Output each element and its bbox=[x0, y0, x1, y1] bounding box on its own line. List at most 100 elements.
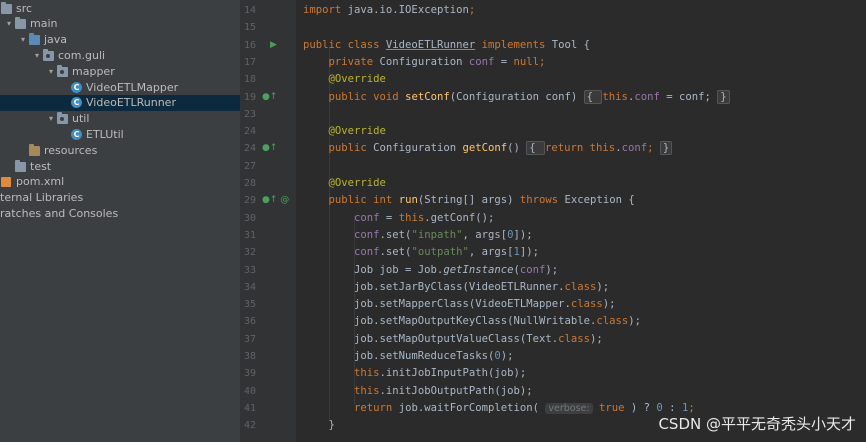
code-token: conf bbox=[354, 228, 380, 241]
line-number: 30 bbox=[243, 212, 256, 224]
expand-arrow-icon[interactable]: ▾ bbox=[46, 111, 56, 127]
code-token: null; bbox=[513, 55, 546, 68]
code-line[interactable]: private Configuration conf = null; bbox=[303, 54, 546, 71]
line-number: 14 bbox=[243, 5, 256, 16]
folded-code-marker[interactable]: { bbox=[583, 89, 603, 104]
tree-item-label: test bbox=[30, 159, 52, 173]
expand-arrow-icon[interactable]: ▾ bbox=[46, 64, 56, 80]
code-line[interactable]: conf = this.getConf(); bbox=[303, 210, 494, 227]
expand-arrow-icon[interactable]: ▾ bbox=[32, 48, 42, 64]
line-number: 28 bbox=[243, 178, 256, 189]
project-tree-panel: ▾src▾main▾java▾com.guli▾mapperCVideoETLM… bbox=[0, 0, 240, 442]
code-line[interactable]: job.setMapOutputKeyClass(NullWritable.cl… bbox=[303, 313, 641, 330]
folded-code-marker[interactable]: } bbox=[717, 89, 730, 104]
tree-item-src[interactable]: ▾src bbox=[0, 1, 240, 17]
code-line[interactable]: @Override bbox=[303, 175, 386, 192]
class-icon: C bbox=[71, 97, 82, 109]
code-line[interactable]: public class VideoETLRunner implements T… bbox=[303, 37, 590, 54]
line-number: 24 bbox=[243, 143, 256, 155]
folder-icon bbox=[15, 17, 26, 30]
code-token: public void bbox=[328, 90, 406, 103]
line-number: 41 bbox=[243, 402, 256, 414]
tree-item-label: src bbox=[16, 1, 33, 15]
folded-code-marker[interactable]: } bbox=[659, 141, 673, 156]
line-number: 37 bbox=[243, 333, 256, 345]
code-token: Job job = Job. bbox=[303, 263, 444, 276]
tree-item-label: util bbox=[72, 112, 90, 126]
code-token: setConf bbox=[405, 90, 450, 103]
tree-item-main[interactable]: ▾ main bbox=[0, 16, 240, 32]
line-number: 23 bbox=[243, 108, 256, 120]
parameter-hint: verbose: bbox=[545, 402, 593, 414]
code-line[interactable]: this.initJobInputPath(job); bbox=[303, 365, 526, 382]
override-method-icon[interactable]: ●↑ @ bbox=[262, 192, 289, 209]
code-line[interactable]: Job job = Job.getInstance(conf); bbox=[303, 262, 558, 279]
expand-arrow-icon[interactable]: ▾ bbox=[18, 32, 28, 48]
code-line[interactable]: job.setMapOutputValueClass(Text.class); bbox=[303, 331, 603, 348]
code-line[interactable]: public void setConf(Configuration conf) … bbox=[303, 89, 730, 106]
code-line[interactable]: @Override bbox=[303, 123, 386, 140]
source-folder-icon bbox=[29, 33, 40, 46]
code-token: @Override bbox=[328, 73, 386, 86]
code-token: (Configuration conf) bbox=[449, 90, 584, 103]
tree-item-pom-xml[interactable]: pom.xml bbox=[0, 174, 240, 190]
code-token: return this bbox=[545, 142, 616, 155]
tree-item-label: VideoETLRunner bbox=[86, 96, 176, 110]
folded-code-marker[interactable]: { bbox=[526, 141, 546, 156]
package-icon bbox=[57, 64, 68, 77]
tree-item-com-guli[interactable]: ▾ com.guli bbox=[0, 48, 240, 64]
code-line[interactable]: } bbox=[303, 417, 335, 434]
code-line[interactable]: public int run(String[] args) throws Exc… bbox=[303, 192, 635, 209]
tree-item-java[interactable]: ▾ java bbox=[0, 32, 240, 48]
override-method-icon[interactable]: ●↑ bbox=[262, 140, 277, 157]
code-token: Configuration bbox=[379, 55, 469, 68]
code-line[interactable]: @Override bbox=[303, 71, 386, 88]
code-line[interactable]: job.setJarByClass(VideoETLRunner.class); bbox=[303, 279, 609, 296]
line-number: 40 bbox=[243, 385, 256, 397]
code-line[interactable]: job.setNumReduceTasks(0); bbox=[303, 348, 513, 365]
code-token: ); bbox=[628, 315, 642, 328]
tree-item-label: VideoETLMapper bbox=[86, 80, 179, 94]
tree-item-mapper[interactable]: ▾ mapper bbox=[0, 64, 240, 80]
code-line[interactable]: return job.waitForCompletion( verbose: t… bbox=[303, 400, 695, 417]
code-token: getConf bbox=[462, 142, 508, 155]
code-line[interactable]: job.setMapperClass(VideoETLMapper.class)… bbox=[303, 296, 616, 313]
code-token: import bbox=[303, 4, 348, 16]
line-number: 19 bbox=[243, 91, 256, 103]
code-token: ); bbox=[596, 280, 610, 293]
tree-item-videoetlmapper[interactable]: C VideoETLMapper bbox=[0, 80, 240, 96]
tree-item-label: java bbox=[44, 33, 68, 47]
code-token: = bbox=[379, 211, 399, 224]
code-token: "outpath" bbox=[411, 246, 469, 259]
code-token: , args[ bbox=[468, 246, 514, 259]
tree-item-test[interactable]: test bbox=[0, 159, 240, 175]
tree-item-ratches-and-consoles[interactable]: ratches and Consoles bbox=[0, 206, 240, 222]
code-token: job.setMapOutputKeyClass(NullWritable. bbox=[303, 315, 597, 328]
line-number: 32 bbox=[243, 247, 256, 259]
code-token: .getConf(); bbox=[424, 211, 495, 224]
code-line[interactable]: conf.set("outpath", args[1]); bbox=[303, 244, 539, 261]
tree-item-label: com.guli bbox=[58, 48, 106, 62]
expand-arrow-icon[interactable]: ▾ bbox=[4, 16, 14, 32]
code-line[interactable]: import java.io.IOException; bbox=[303, 2, 475, 19]
run-icon[interactable]: ▶ bbox=[270, 37, 277, 54]
code-token: run bbox=[398, 194, 418, 207]
code-line[interactable]: public Configuration getConf() { return … bbox=[303, 140, 673, 157]
tree-item-etlutil[interactable]: C ETLUtil bbox=[0, 127, 240, 143]
code-token: Exception { bbox=[564, 194, 635, 207]
tree-item-util[interactable]: ▾ util bbox=[0, 111, 240, 127]
code-token: ); bbox=[602, 298, 616, 311]
override-method-icon[interactable]: ●↑ bbox=[262, 89, 277, 106]
code-line[interactable]: conf.set("inpath", args[0]); bbox=[303, 227, 533, 244]
tree-item-ternal-libraries[interactable]: ternal Libraries bbox=[0, 190, 240, 206]
tree-item-resources[interactable]: resources bbox=[0, 143, 240, 159]
code-token: conf bbox=[634, 90, 660, 103]
line-number: 27 bbox=[243, 160, 256, 172]
tree-item-videoetlrunner[interactable]: C VideoETLRunner bbox=[0, 95, 240, 112]
code-editor[interactable]: import java.io.IOException; public class … bbox=[296, 0, 866, 442]
code-line[interactable]: this.initJobOutputPath(job); bbox=[303, 383, 533, 400]
